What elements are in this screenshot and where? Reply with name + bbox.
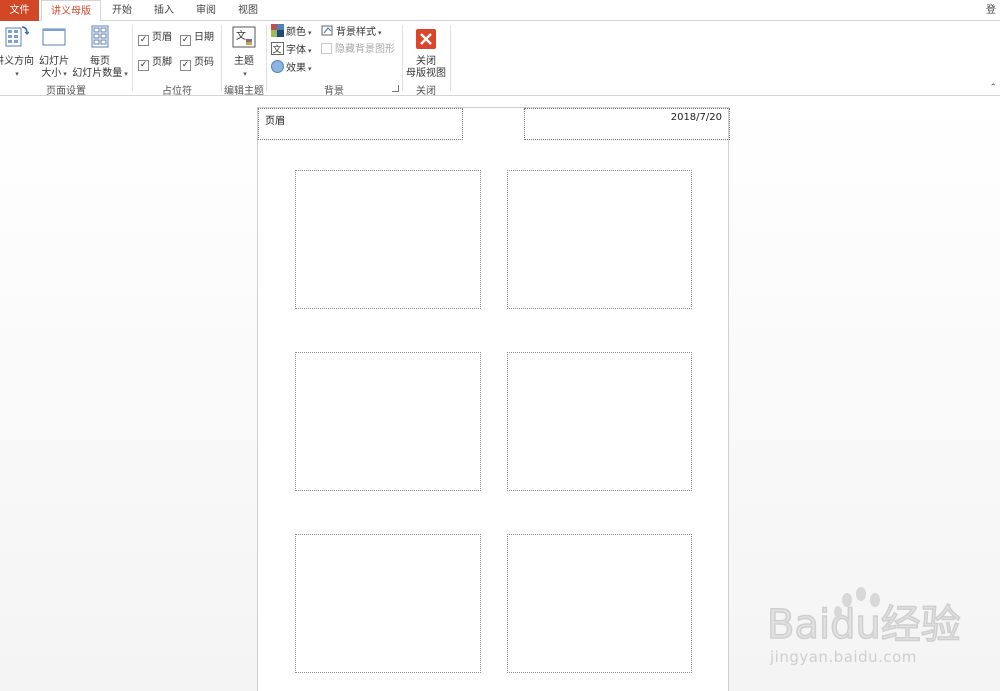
slides-per-page-label-1: 每页 [90,56,110,67]
header-placeholder[interactable]: 页眉 [258,108,463,140]
fonts-label: 字体 [286,45,306,56]
slide-size-label-2: 大小 [41,68,62,79]
date-placeholder-text: 2018/7/20 [670,112,722,123]
checkbox-checked-icon: ✓ [180,60,191,71]
background-dialog-launcher-icon[interactable] [392,85,399,92]
date-checkbox[interactable]: ✓ 日期 [180,30,214,46]
footer-checkbox[interactable]: ✓ 页脚 [138,55,172,71]
svg-text:文: 文 [273,44,282,56]
hide-background-graphics-label: 隐藏背景图形 [335,44,395,55]
header-checkbox-label: 页眉 [152,32,172,43]
slide-size-icon [42,28,66,46]
handout-page: 页眉 2018/7/20 [257,107,730,691]
placeholders-group-label: 占位符 [162,86,192,97]
background-styles-icon [321,25,333,36]
orientation-icon [5,26,30,47]
page-number-checkbox[interactable]: ✓ 页码 [180,55,214,71]
chevron-down-icon: ▾ [63,70,67,78]
chevron-down-icon: ▾ [243,70,247,78]
tab-insert[interactable]: 插入 [145,0,183,21]
close-master-view-button[interactable]: 关闭 母版视图 [404,24,448,80]
slide-thumbnail-placeholder[interactable] [507,170,692,309]
handout-orientation-label: 讲义方向 [0,56,34,67]
colors-icon [271,24,284,37]
effects-icon [271,60,284,73]
fonts-icon: 文 [271,42,284,56]
themes-button[interactable]: 文 主题 ▾ [226,24,262,80]
colors-label: 颜色 [286,27,306,38]
watermark-brand-text: Baidu经验 [767,602,961,648]
slides-per-page-button[interactable]: 每页 幻灯片数量 ▾ [71,24,129,80]
slide-thumbnail-placeholder[interactable] [295,352,481,491]
colors-button[interactable]: 颜色 ▾ [271,24,312,40]
chevron-down-icon: ▾ [308,65,312,73]
tab-home[interactable]: 开始 [103,0,141,21]
slide-size-label-1: 幻灯片 [39,56,69,67]
slides-per-page-label-2: 幻灯片数量 [72,68,123,79]
page-setup-group-label: 页面设置 [46,86,86,97]
chevron-down-icon: ▾ [308,47,312,55]
footer-checkbox-label: 页脚 [152,57,172,68]
effects-label: 效果 [286,63,306,74]
checkbox-checked-icon: ✓ [138,35,149,46]
checkbox-checked-icon: ✓ [180,35,191,46]
checkbox-checked-icon: ✓ [138,60,149,71]
hide-background-graphics-checkbox[interactable]: 隐藏背景图形 [321,42,395,58]
collapse-ribbon-icon[interactable]: ⌃ [989,83,997,93]
themes-label: 主题 [234,56,254,67]
date-placeholder[interactable]: 2018/7/20 [524,108,730,140]
background-styles-label: 背景样式 [336,27,376,38]
chevron-down-icon: ▾ [124,70,128,78]
close-icon [416,29,436,49]
edit-theme-group-label: 编辑主题 [224,86,264,97]
close-group-label: 关闭 [416,86,436,97]
checkbox-unchecked-icon [321,43,332,54]
tab-review[interactable]: 审阅 [187,0,225,21]
background-styles-button[interactable]: 背景样式 ▾ [321,24,382,40]
handout-orientation-button[interactable]: 讲义方向 ▾ [0,24,38,80]
tab-view[interactable]: 视图 [229,0,267,21]
slide-thumbnail-placeholder[interactable] [507,534,692,673]
chevron-down-icon: ▾ [378,29,382,37]
chevron-down-icon: ▾ [15,70,19,78]
group-divider [450,25,451,91]
ribbon: 讲义方向 ▾ 幻灯片 大小▾ 每页 幻灯片数量▾ 页面设置 ✓页眉 ✓日期 ✓页… [0,21,1000,97]
background-group-label: 背景 [324,86,344,97]
close-master-label-2: 母版视图 [406,68,446,79]
close-master-label-1: 关闭 [416,56,436,67]
slides-per-page-icon [91,25,109,48]
tab-handout-master[interactable]: 讲义母版 [41,0,101,22]
slide-size-button[interactable]: 幻灯片 大小 ▾ [38,24,70,80]
header-placeholder-text: 页眉 [265,116,285,127]
page-number-checkbox-label: 页码 [194,57,214,68]
slide-thumbnail-placeholder[interactable] [295,534,481,673]
effects-button[interactable]: 效果 ▾ [271,60,312,76]
ribbon-tab-bar: 文件 讲义母版 开始 插入 审阅 视图 登录 [0,0,1000,22]
sign-in-link[interactable]: 登录 [986,0,1000,21]
slide-thumbnail-placeholder[interactable] [295,170,481,309]
fonts-button[interactable]: 文 字体 ▾ [271,42,312,58]
chevron-down-icon: ▾ [308,29,312,37]
slide-thumbnail-placeholder[interactable] [507,352,692,491]
watermark-url-text: jingyan.baidu.com [770,648,917,666]
header-checkbox[interactable]: ✓ 页眉 [138,30,172,46]
tab-file[interactable]: 文件 [0,0,39,21]
date-checkbox-label: 日期 [194,32,214,43]
svg-text:文: 文 [236,29,246,42]
themes-icon: 文 [232,26,256,48]
